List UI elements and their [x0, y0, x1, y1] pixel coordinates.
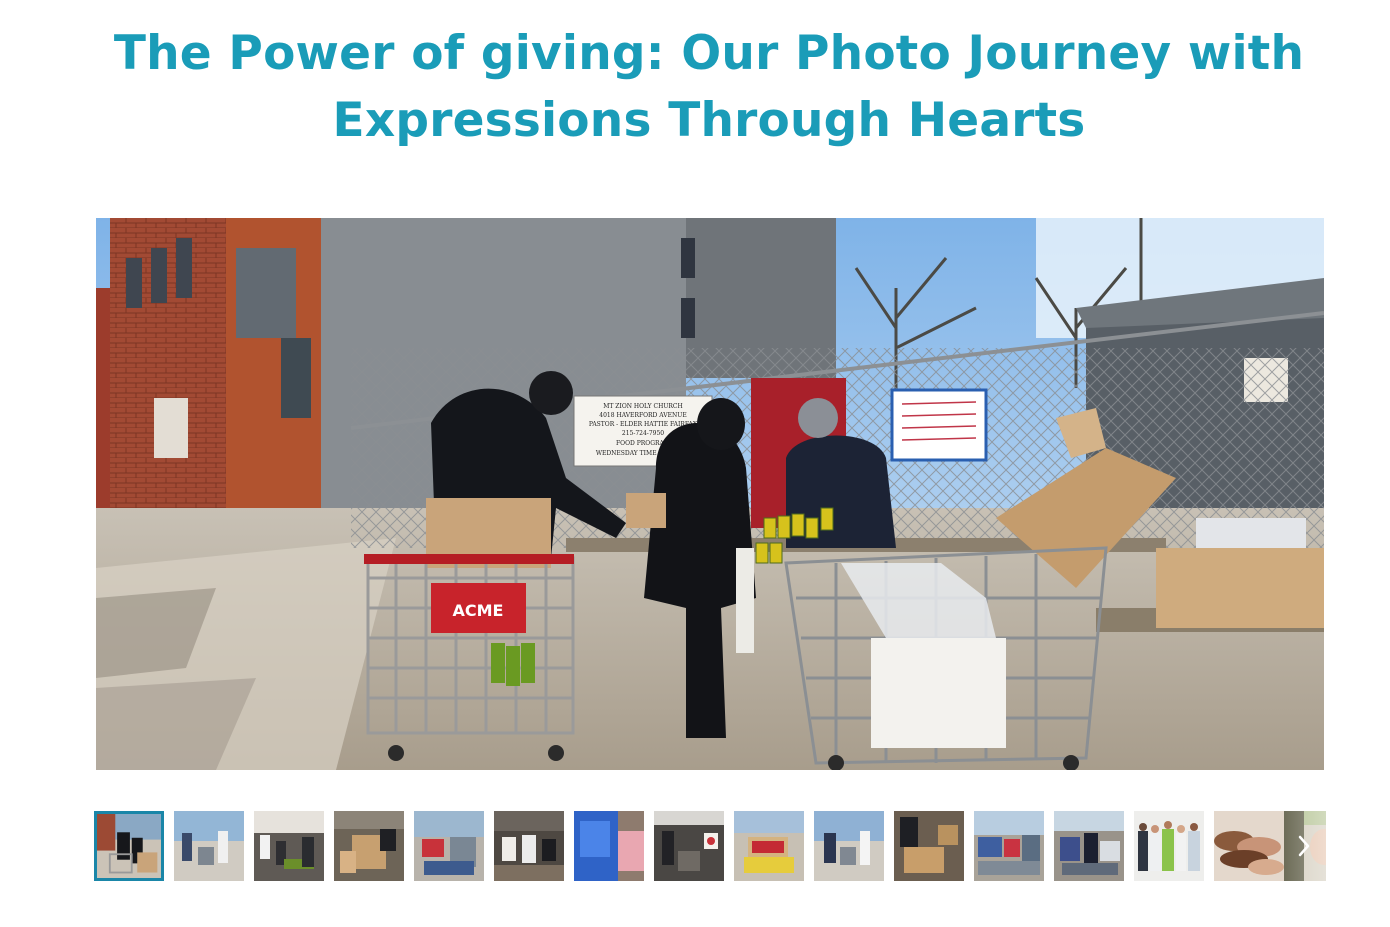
- thumbnail-image: [814, 811, 884, 881]
- thumbnail-13[interactable]: [1054, 811, 1124, 881]
- thumbnail-image: [254, 811, 324, 881]
- thumbnail-8[interactable]: [654, 811, 724, 881]
- thumbnail-image: [734, 811, 804, 881]
- page-title-line-1: The Power of giving: Our Photo Journey w…: [113, 26, 1305, 81]
- thumbnail-1[interactable]: [94, 811, 164, 881]
- food-drive-photo: MT ZION HOLY CHURCH 4018 HAVERFORD AVENU…: [96, 218, 1324, 770]
- page-title: The Power of giving: Our Photo Journey w…: [0, 20, 1390, 154]
- thumbnail-image: [414, 811, 484, 881]
- thumbnail-10[interactable]: [814, 811, 884, 881]
- thumbnail-6[interactable]: [494, 811, 564, 881]
- sign-phone: 215-724-7950: [622, 430, 664, 437]
- page-title-line-2: Expressions Through Hearts: [332, 93, 1086, 148]
- thumbnail-4[interactable]: [334, 811, 404, 881]
- thumbnail-image: [97, 814, 161, 878]
- gallery-main-image[interactable]: MT ZION HOLY CHURCH 4018 HAVERFORD AVENU…: [96, 218, 1324, 770]
- thumbnail-strip: [94, 811, 1326, 881]
- thumbnail-image: [974, 811, 1044, 881]
- thumbnail-image: [1054, 811, 1124, 881]
- thumbnail-5[interactable]: [414, 811, 484, 881]
- thumbnail-image: [334, 811, 404, 881]
- thumbnail-9[interactable]: [734, 811, 804, 881]
- thumbnail-3[interactable]: [254, 811, 324, 881]
- thumbnail-image: [1214, 811, 1284, 881]
- thumbnail-12[interactable]: [974, 811, 1044, 881]
- thumbnail-image: [654, 811, 724, 881]
- thumbnail-15[interactable]: [1214, 811, 1284, 881]
- thumbnail-image: [574, 811, 644, 881]
- thumbnail-next-button[interactable]: [1282, 811, 1326, 881]
- thumbnail-11[interactable]: [894, 811, 964, 881]
- chevron-right-icon: [1298, 835, 1310, 857]
- thumbnail-7[interactable]: [574, 811, 644, 881]
- cart-sign-text: ACME: [453, 601, 504, 620]
- thumbnail-14[interactable]: [1134, 811, 1204, 881]
- sign-church-name: MT ZION HOLY CHURCH: [603, 403, 683, 410]
- thumbnail-2[interactable]: [174, 811, 244, 881]
- thumbnail-image: [174, 811, 244, 881]
- thumbnail-image: [1134, 811, 1204, 881]
- sign-address: 4018 HAVERFORD AVENUE: [599, 412, 686, 419]
- thumbnail-image: [894, 811, 964, 881]
- thumbnail-image: [494, 811, 564, 881]
